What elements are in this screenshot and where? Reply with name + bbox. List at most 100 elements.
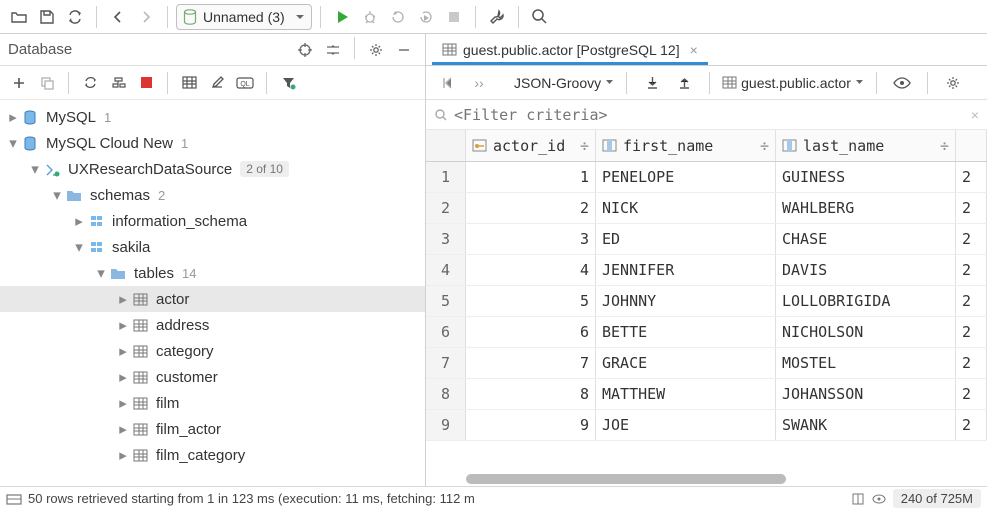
cell-overflow[interactable]: 2: [956, 224, 987, 254]
cell-overflow[interactable]: 2: [956, 379, 987, 409]
add-icon[interactable]: [6, 70, 32, 96]
database-tree[interactable]: ▸ MySQL 1 ▾ MySQL Cloud New 1 ▾ UXResear…: [0, 100, 425, 486]
view-mode-combo[interactable]: JSON-Groovy: [514, 75, 614, 91]
cell-actor-id[interactable]: 2: [466, 193, 596, 223]
cell-last-name[interactable]: WAHLBERG: [776, 193, 956, 223]
target-icon[interactable]: [292, 37, 318, 63]
cell-first-name[interactable]: NICK: [596, 193, 776, 223]
stop-red-icon[interactable]: [133, 70, 159, 96]
search-icon[interactable]: [527, 4, 553, 30]
expand-icon[interactable]: ▸: [116, 290, 130, 308]
more-icon[interactable]: ››: [466, 70, 492, 96]
tree-node-tables[interactable]: ▾ tables 14: [0, 260, 425, 286]
tree-node-ux-datasource[interactable]: ▾ UXResearchDataSource 2 of 10: [0, 156, 425, 182]
collapse-icon[interactable]: ▾: [28, 160, 42, 178]
export-icon[interactable]: [671, 70, 697, 96]
cell-actor-id[interactable]: 9: [466, 410, 596, 440]
memory-indicator[interactable]: 240 of 725M: [893, 489, 981, 508]
cell-overflow[interactable]: 2: [956, 286, 987, 316]
first-page-icon[interactable]: [434, 70, 460, 96]
refresh-icon[interactable]: [77, 70, 103, 96]
cell-last-name[interactable]: JOHANSSON: [776, 379, 956, 409]
gear-icon[interactable]: [363, 37, 389, 63]
col-header-last-name[interactable]: last_name ÷: [776, 130, 956, 161]
cell-actor-id[interactable]: 8: [466, 379, 596, 409]
edit-icon[interactable]: [204, 70, 230, 96]
col-header-first-name[interactable]: first_name ÷: [596, 130, 776, 161]
tree-node-table-film-category[interactable]: ▸film_category: [0, 442, 425, 468]
cell-first-name[interactable]: JOHNNY: [596, 286, 776, 316]
wrench-icon[interactable]: [484, 4, 510, 30]
cell-overflow[interactable]: 2: [956, 410, 987, 440]
cell-last-name[interactable]: NICHOLSON: [776, 317, 956, 347]
cell-last-name[interactable]: CHASE: [776, 224, 956, 254]
commit-icon[interactable]: [871, 492, 887, 506]
cell-last-name[interactable]: MOSTEL: [776, 348, 956, 378]
cell-first-name[interactable]: JENNIFER: [596, 255, 776, 285]
sort-icon[interactable]: ÷: [580, 137, 589, 155]
expand-icon[interactable]: ▸: [72, 212, 86, 230]
cell-overflow[interactable]: 2: [956, 255, 987, 285]
tree-node-table-address[interactable]: ▸address: [0, 312, 425, 338]
editor-tab[interactable]: guest.public.actor [PostgreSQL 12] ×: [432, 37, 708, 65]
sql-icon[interactable]: QL: [232, 70, 258, 96]
debug-icon[interactable]: [357, 4, 383, 30]
run-icon[interactable]: [329, 4, 355, 30]
collapse-icon[interactable]: ▾: [6, 134, 20, 152]
settings-icon[interactable]: [940, 70, 966, 96]
cell-last-name[interactable]: LOLLOBRIGIDA: [776, 286, 956, 316]
col-header-actor-id[interactable]: actor_id ÷: [466, 130, 596, 161]
stop-icon[interactable]: [441, 4, 467, 30]
table-row[interactable]: 77GRACEMOSTEL2: [426, 348, 987, 379]
filter-input[interactable]: [454, 106, 965, 124]
tree-node-information-schema[interactable]: ▸ information_schema: [0, 208, 425, 234]
schema-icon[interactable]: [105, 70, 131, 96]
table-row[interactable]: 44JENNIFERDAVIS2: [426, 255, 987, 286]
caret-icon[interactable]: [851, 492, 865, 506]
table-row[interactable]: 88MATTHEWJOHANSSON2: [426, 379, 987, 410]
cell-first-name[interactable]: ED: [596, 224, 776, 254]
save-all-icon[interactable]: [34, 4, 60, 30]
cell-first-name[interactable]: MATTHEW: [596, 379, 776, 409]
expand-icon[interactable]: ▸: [116, 446, 130, 464]
tree-node-mysql[interactable]: ▸ MySQL 1: [0, 104, 425, 130]
cell-overflow[interactable]: 2: [956, 317, 987, 347]
forward-icon[interactable]: [133, 4, 159, 30]
cell-actor-id[interactable]: 7: [466, 348, 596, 378]
back-icon[interactable]: [105, 4, 131, 30]
tree-node-table-film[interactable]: ▸film: [0, 390, 425, 416]
table-row[interactable]: 55JOHNNYLOLLOBRIGIDA2: [426, 286, 987, 317]
tree-node-table-customer[interactable]: ▸customer: [0, 364, 425, 390]
sort-icon[interactable]: ÷: [940, 137, 949, 155]
cell-last-name[interactable]: SWANK: [776, 410, 956, 440]
horizontal-scrollbar[interactable]: [466, 472, 987, 486]
expand-icon[interactable]: ▸: [116, 394, 130, 412]
grid-body[interactable]: 11PENELOPEGUINESS222NICKWAHLBERG233EDCHA…: [426, 162, 987, 486]
expand-icon[interactable]: ▸: [6, 108, 20, 126]
cell-last-name[interactable]: DAVIS: [776, 255, 956, 285]
table-row[interactable]: 66BETTENICHOLSON2: [426, 317, 987, 348]
collapse-icon[interactable]: ▾: [94, 264, 108, 282]
expand-icon[interactable]: ▸: [116, 316, 130, 334]
col-header-overflow[interactable]: [956, 130, 987, 161]
cell-first-name[interactable]: JOE: [596, 410, 776, 440]
table-row[interactable]: 99JOESWANK2: [426, 410, 987, 441]
table-row[interactable]: 22NICKWAHLBERG2: [426, 193, 987, 224]
tree-node-table-actor[interactable]: ▸actor: [0, 286, 425, 312]
table-row[interactable]: 33EDCHASE2: [426, 224, 987, 255]
copy-icon[interactable]: [34, 70, 60, 96]
tree-node-sakila[interactable]: ▾ sakila: [0, 234, 425, 260]
collapse-icon[interactable]: [320, 37, 346, 63]
collapse-icon[interactable]: ▾: [72, 238, 86, 256]
expand-icon[interactable]: ▸: [116, 420, 130, 438]
expand-icon[interactable]: ▸: [116, 342, 130, 360]
rownum-header[interactable]: [426, 130, 466, 161]
cell-actor-id[interactable]: 3: [466, 224, 596, 254]
tree-node-schemas[interactable]: ▾ schemas 2: [0, 182, 425, 208]
tree-node-table-category[interactable]: ▸category: [0, 338, 425, 364]
sort-icon[interactable]: ÷: [760, 137, 769, 155]
tree-node-mysql-cloud[interactable]: ▾ MySQL Cloud New 1: [0, 130, 425, 156]
cell-actor-id[interactable]: 6: [466, 317, 596, 347]
data-source-combo[interactable]: Unnamed (3): [176, 4, 312, 30]
cell-first-name[interactable]: BETTE: [596, 317, 776, 347]
